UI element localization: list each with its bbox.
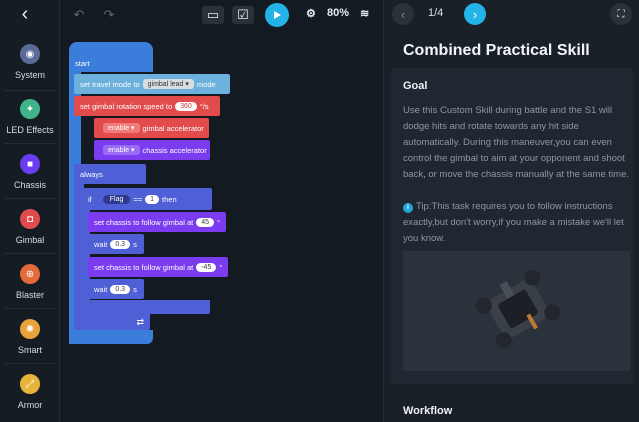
system-icon: ◉ bbox=[20, 44, 40, 64]
screen-button[interactable]: ▭ bbox=[202, 6, 224, 24]
battery-level: 80% bbox=[327, 7, 350, 19]
play-icon bbox=[274, 11, 281, 19]
flag-variable[interactable]: Flag bbox=[102, 194, 131, 204]
prev-page-button[interactable]: ‹ bbox=[392, 3, 414, 25]
run-button[interactable] bbox=[265, 3, 289, 27]
fullscreen-icon: ⛶ bbox=[617, 8, 625, 20]
block-workspace[interactable]: ↶ ↷ ▭ ☑ ⚙ 80% ≋ start set travel mode to… bbox=[60, 0, 383, 422]
goal-heading: Goal bbox=[403, 80, 428, 92]
divider bbox=[4, 308, 56, 309]
led-icon: ✦ bbox=[20, 99, 40, 119]
start-block-end bbox=[69, 330, 153, 344]
panel-header: ‹ 1/4 › ⛶ bbox=[384, 0, 639, 28]
divider bbox=[4, 363, 56, 364]
blaster-icon: ⊕ bbox=[20, 264, 40, 284]
divider bbox=[4, 198, 56, 199]
redo-icon: ↷ bbox=[103, 7, 115, 22]
gimbal-accelerator-block[interactable]: enable gimbal accelerator bbox=[94, 118, 209, 138]
divider bbox=[4, 253, 56, 254]
goal-text: Use this Custom Skill during battle and … bbox=[403, 105, 629, 180]
divider bbox=[4, 143, 56, 144]
flag-value-input[interactable]: 1 bbox=[145, 194, 160, 204]
next-page-button[interactable]: › bbox=[464, 3, 486, 25]
wait-input-1[interactable]: 0.3 bbox=[110, 239, 131, 249]
start-block[interactable]: start bbox=[69, 42, 153, 72]
robot-image bbox=[403, 251, 630, 371]
tip-text: i Tip:This task requires you to follow in… bbox=[403, 201, 624, 244]
page-indicator: 1/4 bbox=[428, 7, 444, 19]
set-gimbal-speed-block[interactable]: set gimbal rotation speed to 360 °/s bbox=[74, 96, 220, 116]
clipboard-icon: ☑ bbox=[237, 7, 249, 22]
if-block-end bbox=[82, 300, 210, 314]
back-button[interactable]: ‹ bbox=[14, 4, 36, 26]
category-blaster[interactable]: ⊕ Blaster bbox=[0, 260, 60, 312]
loop-icon: ⇄ bbox=[136, 316, 144, 327]
category-sidebar: ‹ ◉ System ✦ LED Effects ■ Chassis ◘ Gim… bbox=[0, 0, 60, 422]
skill-guide-panel: ‹ 1/4 › ⛶ Combined Practical Skill Goal … bbox=[383, 0, 639, 422]
always-block[interactable]: always bbox=[74, 164, 146, 184]
category-armor[interactable]: ⤢ Armor bbox=[0, 370, 60, 422]
info-icon: i bbox=[403, 203, 413, 213]
workflow-heading: Workflow bbox=[403, 405, 453, 417]
armor-icon: ⤢ bbox=[20, 374, 40, 394]
wait-block-2[interactable]: wait 0.3 s bbox=[88, 279, 144, 299]
smart-icon: ✺ bbox=[20, 319, 40, 339]
follow-gimbal-block-1[interactable]: set chassis to follow gimbal at 45 ° bbox=[88, 212, 226, 232]
chevron-left-icon: ‹ bbox=[400, 6, 406, 22]
category-smart[interactable]: ✺ Smart bbox=[0, 315, 60, 367]
gimbal-icon: ◘ bbox=[20, 209, 40, 229]
workspace-toolbar: ↶ ↷ ▭ ☑ ⚙ 80% ≋ bbox=[60, 0, 383, 30]
travel-mode-dropdown[interactable]: gimbal lead bbox=[142, 79, 194, 89]
wait-input-2[interactable]: 0.3 bbox=[110, 284, 131, 294]
redo-button[interactable]: ↷ bbox=[98, 6, 120, 24]
if-block[interactable]: if Flag == 1 then bbox=[82, 188, 212, 210]
arrow-left-icon: ‹ bbox=[21, 3, 29, 25]
robot-illustration bbox=[475, 269, 561, 349]
always-block-end: ⇄ bbox=[74, 314, 150, 330]
chassis-accelerator-block[interactable]: enable chassis accelerator bbox=[94, 140, 210, 160]
clipboard-button[interactable]: ☑ bbox=[232, 6, 254, 24]
angle-input-2[interactable]: -45 bbox=[196, 262, 217, 272]
robot-icon: ⚙ bbox=[306, 8, 316, 20]
undo-icon: ↶ bbox=[73, 7, 85, 22]
divider bbox=[4, 90, 56, 91]
speed-input[interactable]: 360 bbox=[175, 101, 197, 111]
category-led-effects[interactable]: ✦ LED Effects bbox=[0, 95, 60, 147]
undo-button[interactable]: ↶ bbox=[68, 6, 90, 24]
follow-gimbal-block-2[interactable]: set chassis to follow gimbal at -45 ° bbox=[88, 257, 228, 277]
fullscreen-button[interactable]: ⛶ bbox=[610, 3, 632, 25]
set-travel-mode-block[interactable]: set travel mode to gimbal lead mode bbox=[74, 74, 230, 94]
chassis-enable-dropdown[interactable]: enable bbox=[103, 145, 140, 155]
category-gimbal[interactable]: ◘ Gimbal bbox=[0, 205, 60, 257]
chevron-right-icon: › bbox=[472, 6, 478, 22]
wifi-icon: ≋ bbox=[360, 8, 370, 20]
chassis-icon: ■ bbox=[20, 154, 40, 174]
category-system[interactable]: ◉ System bbox=[0, 40, 60, 92]
screen-icon: ▭ bbox=[206, 7, 220, 22]
panel-title: Combined Practical Skill bbox=[403, 42, 590, 59]
gimbal-enable-dropdown[interactable]: enable bbox=[103, 123, 140, 133]
category-chassis[interactable]: ■ Chassis bbox=[0, 150, 60, 202]
angle-input-1[interactable]: 45 bbox=[196, 217, 215, 227]
wait-block-1[interactable]: wait 0.3 s bbox=[88, 234, 144, 254]
